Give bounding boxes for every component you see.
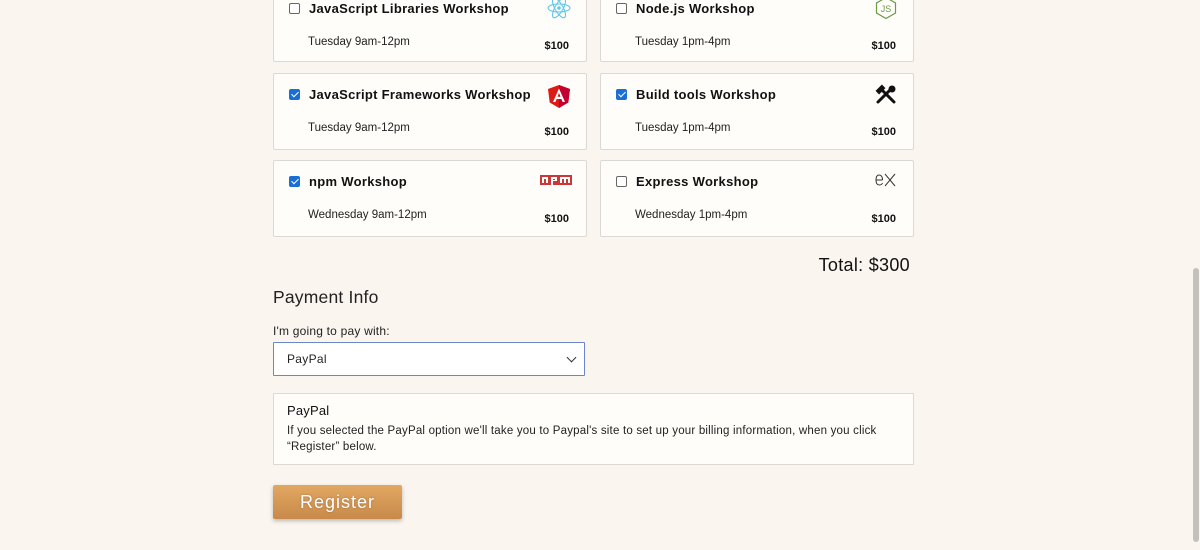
workshop-time: Tuesday 9am-12pm bbox=[308, 122, 410, 134]
workshop-title: npm Workshop bbox=[309, 174, 407, 189]
paypal-info-text: If you selected the PayPal option we'll … bbox=[287, 425, 877, 453]
svg-text:JS: JS bbox=[881, 4, 892, 14]
workshop-title: JavaScript Frameworks Workshop bbox=[309, 87, 531, 102]
tools-icon bbox=[875, 84, 896, 104]
payment-method-select[interactable]: PayPal bbox=[273, 342, 585, 376]
workshop-checkbox[interactable] bbox=[616, 89, 627, 100]
paypal-info-title: PayPal bbox=[287, 403, 330, 418]
workshop-price: $100 bbox=[871, 213, 896, 225]
workshop-checkbox[interactable] bbox=[289, 3, 300, 14]
workshop-time: Tuesday 1pm-4pm bbox=[635, 36, 731, 48]
workshop-time: Wednesday 1pm-4pm bbox=[635, 209, 748, 221]
workshop-price: $100 bbox=[871, 40, 896, 52]
payment-info-heading: Payment Info bbox=[273, 287, 379, 307]
workshop-time: Tuesday 1pm-4pm bbox=[635, 122, 731, 134]
workshop-checkbox[interactable] bbox=[289, 89, 300, 100]
scrollbar-thumb[interactable] bbox=[1193, 268, 1199, 542]
workshop-title: Build tools Workshop bbox=[636, 87, 777, 102]
workshop-price: $100 bbox=[544, 213, 569, 225]
total-cost: Total: $300 bbox=[818, 255, 910, 275]
workshop-checkbox[interactable] bbox=[616, 176, 627, 187]
workshop-title: JavaScript Libraries Workshop bbox=[309, 1, 509, 16]
chevron-down-icon bbox=[566, 352, 577, 363]
react-icon bbox=[547, 0, 571, 19]
workshop-checkbox[interactable] bbox=[289, 176, 300, 187]
workshop-price: $100 bbox=[544, 40, 569, 52]
workshop-price: $100 bbox=[544, 126, 569, 138]
workshop-title: Node.js Workshop bbox=[636, 1, 755, 16]
nodejs-icon: JS bbox=[875, 0, 897, 19]
workshop-time: Tuesday 9am-12pm bbox=[308, 36, 410, 48]
workshop-checkbox[interactable] bbox=[616, 3, 627, 14]
workshop-card-js-libraries[interactable]: JavaScript Libraries Workshop Tuesday 9a… bbox=[273, 0, 587, 62]
payment-method-value: PayPal bbox=[287, 352, 327, 366]
workshop-card-npm[interactable]: npm Workshop Wednesday 9am-12pm $100 bbox=[273, 160, 587, 237]
workshop-title: Express Workshop bbox=[636, 174, 759, 189]
express-icon bbox=[875, 173, 896, 187]
scrollbar[interactable] bbox=[1192, 0, 1200, 550]
workshop-card-nodejs[interactable]: Node.js Workshop JS Tuesday 1pm-4pm $100 bbox=[600, 0, 914, 62]
workshop-card-express[interactable]: Express Workshop Wednesday 1pm-4pm $100 bbox=[600, 160, 914, 237]
npm-icon bbox=[540, 175, 572, 185]
workshop-card-js-frameworks[interactable]: JavaScript Frameworks Workshop Tuesday 9… bbox=[273, 73, 587, 150]
paypal-info-box: PayPal If you selected the PayPal option… bbox=[273, 393, 914, 465]
payment-method-label: I'm going to pay with: bbox=[273, 324, 390, 338]
workshop-time: Wednesday 9am-12pm bbox=[308, 209, 427, 221]
angular-icon bbox=[548, 85, 570, 108]
workshop-card-build-tools[interactable]: Build tools Workshop Tuesday 1pm-4pm $10… bbox=[600, 73, 914, 150]
register-button[interactable]: Register bbox=[273, 485, 402, 519]
workshop-price: $100 bbox=[871, 126, 896, 138]
